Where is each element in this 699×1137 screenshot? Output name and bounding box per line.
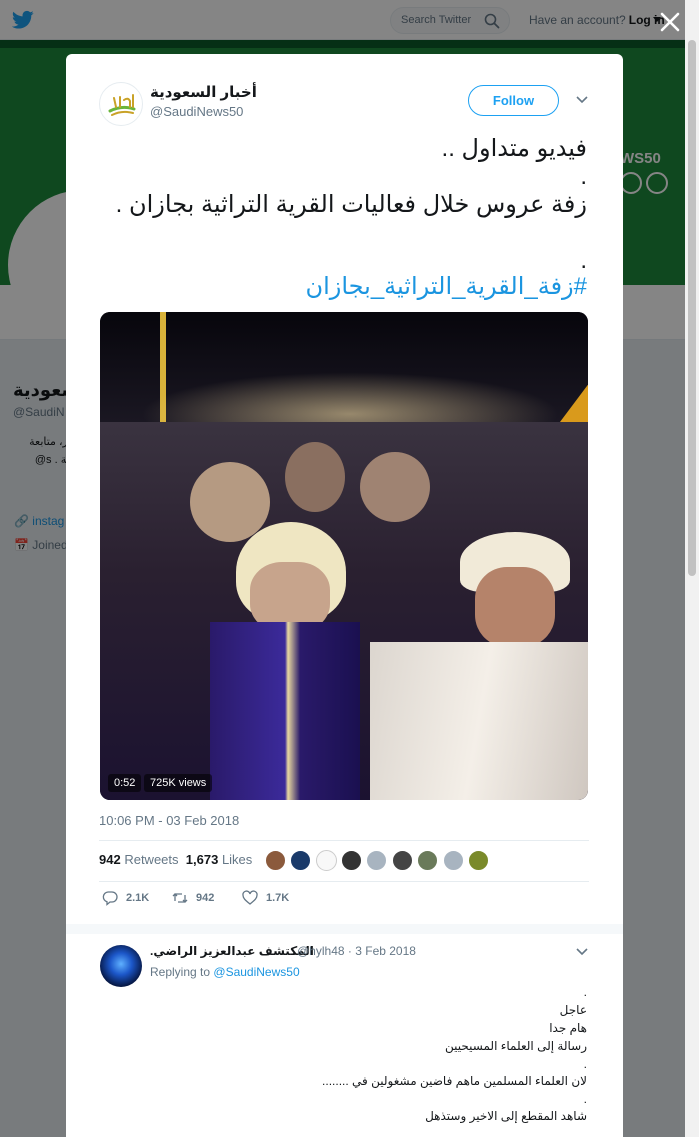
- liker-avatar[interactable]: [468, 850, 489, 871]
- chevron-down-icon[interactable]: [576, 948, 588, 956]
- video-groom-face: [475, 567, 555, 647]
- reply-handle[interactable]: @hylh48: [297, 944, 345, 958]
- liker-avatar[interactable]: [316, 850, 337, 871]
- video-groom-thobe: [370, 642, 588, 800]
- video-person: [360, 452, 430, 522]
- reply-avatar[interactable]: [100, 945, 142, 987]
- reply-count: 2.1K: [126, 892, 150, 904]
- video-bride-dress: [210, 622, 360, 800]
- retweets-count[interactable]: 942: [99, 852, 121, 867]
- tweet-modal: أخبار السعودية @SaudiNews50 Follow فيديو…: [66, 54, 623, 1137]
- like-count: 1.7K: [266, 892, 290, 904]
- reply-text-line: شاهد المقطع إلى الاخير وستذهل: [425, 1109, 587, 1123]
- tweet-text-line: .: [580, 163, 587, 190]
- reply-text-line: عاجل: [559, 1003, 587, 1017]
- scrollbar-thumb[interactable]: [688, 40, 696, 576]
- replying-to: Replying to @SaudiNews50: [150, 965, 300, 979]
- tweet-stats: 942 Retweets 1,673 Likes: [99, 852, 252, 867]
- liker-avatar[interactable]: [366, 850, 387, 871]
- tweet-text-line: زفة عروس خلال فعاليات القرية التراثية بج…: [115, 191, 587, 218]
- reply-icon[interactable]: [102, 890, 118, 906]
- reply-author-name[interactable]: المكتشف عبدالعزيز الراضي.: [150, 944, 314, 958]
- liker-avatar[interactable]: [417, 850, 438, 871]
- retweets-label[interactable]: Retweets: [124, 852, 178, 867]
- reply-text-line: هام جدا: [549, 1021, 587, 1035]
- follow-button[interactable]: Follow: [468, 85, 559, 116]
- chevron-down-icon[interactable]: [576, 96, 588, 104]
- retweet-icon[interactable]: [172, 890, 188, 906]
- reply-text-line: .: [583, 1057, 587, 1071]
- video-player[interactable]: 0:52 725K views: [100, 312, 588, 800]
- reply-text-line: لان العلماء المسلمين ماهم فاضين مشغولين …: [322, 1074, 587, 1088]
- likes-count[interactable]: 1,673: [186, 852, 219, 867]
- liker-avatar[interactable]: [443, 850, 464, 871]
- liker-avatar[interactable]: [265, 850, 286, 871]
- heart-icon[interactable]: [242, 890, 258, 906]
- liker-avatar[interactable]: [341, 850, 362, 871]
- account-handle[interactable]: @SaudiNews50: [150, 104, 243, 119]
- hashtag-link[interactable]: #زفة_القرية_التراثية_بجازان: [305, 272, 587, 302]
- reply-meta: @hylh48 · 3 Feb 2018: [297, 944, 416, 958]
- liker-avatar[interactable]: [290, 850, 311, 871]
- section-separator: [66, 924, 623, 934]
- divider: [99, 881, 589, 882]
- divider: [99, 840, 589, 841]
- liker-avatar[interactable]: [392, 850, 413, 871]
- video-person: [285, 442, 345, 512]
- akhbar-logo-icon: [108, 94, 136, 116]
- retweet-count: 942: [196, 892, 215, 904]
- video-views: 725K views: [144, 774, 213, 792]
- reply-text-line: .: [583, 1092, 587, 1106]
- account-avatar[interactable]: [99, 82, 143, 126]
- replying-to-label: Replying to: [150, 965, 211, 979]
- reply-text-line: رسالة إلى العلماء المسيحيين: [445, 1039, 587, 1053]
- likes-label[interactable]: Likes: [222, 852, 252, 867]
- video-duration: 0:52: [108, 774, 142, 792]
- tweet-timestamp[interactable]: 10:06 PM - 03 Feb 2018: [99, 813, 239, 828]
- close-icon[interactable]: [658, 10, 682, 34]
- reply-date[interactable]: 3 Feb 2018: [355, 944, 416, 958]
- replying-to-mention[interactable]: @SaudiNews50: [213, 965, 299, 979]
- video-person: [190, 462, 270, 542]
- reply-separator: ·: [347, 944, 352, 958]
- account-name[interactable]: أخبار السعودية: [150, 83, 257, 101]
- reply-text-line: .: [583, 985, 587, 999]
- tweet-text-line: فيديو متداول ..: [441, 135, 587, 162]
